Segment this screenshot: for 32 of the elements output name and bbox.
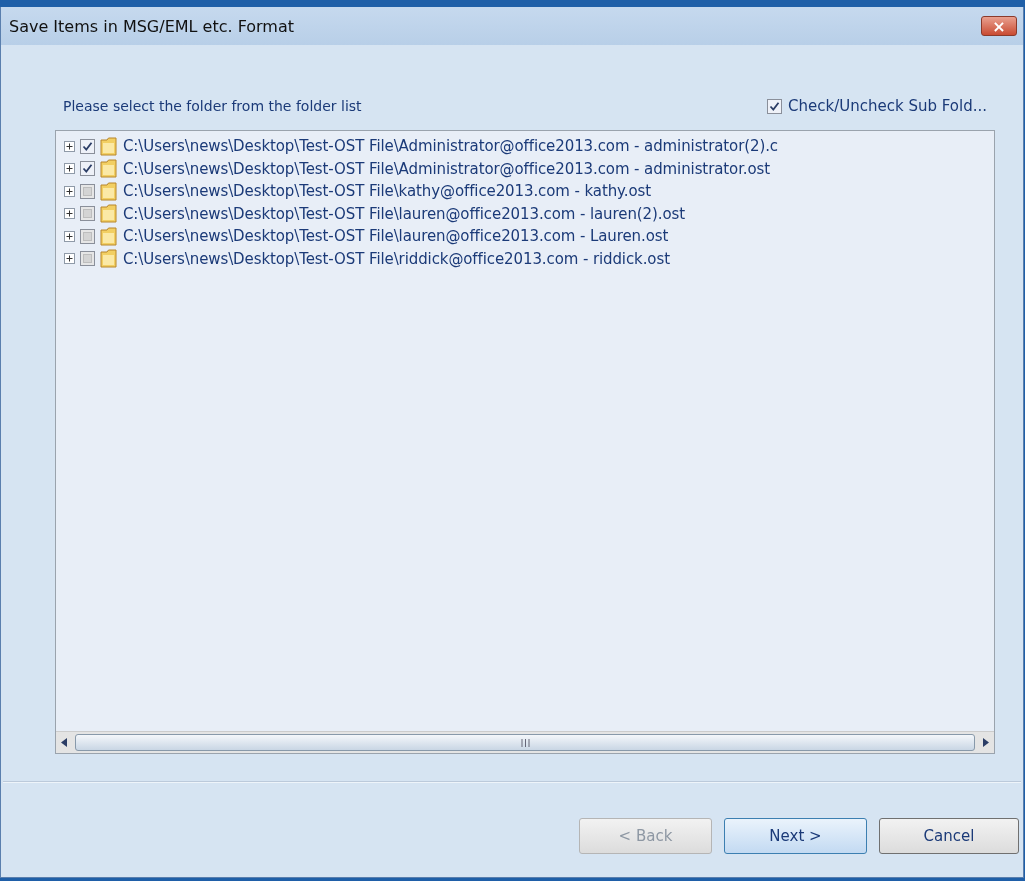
checkbox[interactable] [80,138,95,154]
instruction-text: Please select the folder from the folder list [63,98,362,114]
folder-icon [100,249,118,269]
checkbox[interactable] [80,183,95,199]
checkbox[interactable] [80,206,95,222]
expand-icon[interactable] [64,140,75,152]
checkbox[interactable] [767,98,783,114]
wizard-button[interactable]: Cancel [879,818,1019,854]
folder-icon [100,226,118,246]
folder-path[interactable]: C:\Users\news\Desktop\Test-OST File\kathy@office2013.com - kathy.ost [123,182,651,201]
expand-icon[interactable] [64,253,75,265]
folder-path[interactable]: C:\Users\news\Desktop\Test-OST File\riddick@office2013.com - riddick.ost [123,249,670,268]
window-title: Save Items in MSG/EML etc. Format [9,16,294,36]
expand-icon[interactable] [64,185,75,197]
expand-icon[interactable] [64,208,75,220]
folder-icon [100,136,118,156]
folder-icon [100,181,118,201]
folder-path[interactable]: C:\Users\news\Desktop\Test-OST File\lauren@office2013.com - lauren(2).ost [123,204,685,223]
folder-icon [100,204,118,224]
expand-icon[interactable] [64,230,75,242]
wizard-button[interactable]: Next > [724,818,867,854]
checkbox[interactable] [80,228,95,244]
checkbox-label[interactable]: Check/Uncheck Sub Fold... [788,97,987,115]
expand-icon[interactable] [64,163,75,175]
folder-path[interactable]: C:\Users\news\Desktop\Test-OST File\Administrator@office2013.com - administrator.ost [123,159,771,178]
scrollbar-thumb[interactable] [75,734,975,751]
folder-path[interactable]: C:\Users\news\Desktop\Test-OST File\lauren@office2013.com - Lauren.ost [123,227,669,246]
checkbox[interactable] [80,161,95,177]
horizontal-scrollbar[interactable] [56,731,994,753]
folder-path[interactable]: C:\Users\news\Desktop\Test-OST File\Administrator@office2013.com - administrator(2).c [123,137,778,156]
folder-icon [100,159,118,179]
checkbox[interactable] [80,251,95,267]
